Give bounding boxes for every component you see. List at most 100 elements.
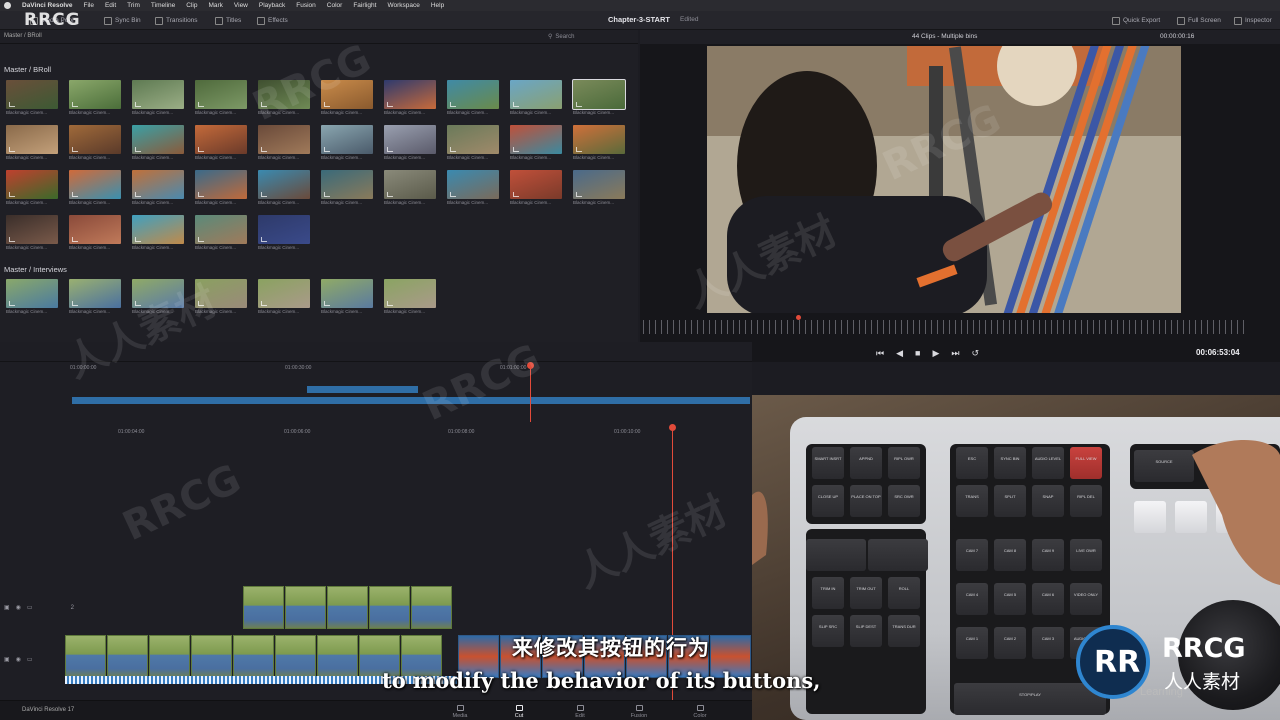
menu-item-trim[interactable]: Trim xyxy=(127,2,140,9)
viewer-playhead[interactable] xyxy=(796,315,801,320)
menu-item-file[interactable]: File xyxy=(83,2,93,9)
monitor-icon[interactable]: ▭ xyxy=(27,604,33,611)
lock-icon[interactable]: ▣ xyxy=(4,604,10,611)
app-menu[interactable]: DaVinci Resolve xyxy=(22,2,72,9)
clip-thumbnail[interactable]: Blackmagic Cinem... xyxy=(258,125,310,162)
clip-thumbnail[interactable]: Blackmagic Cinem... xyxy=(573,170,625,207)
clip-thumbnail[interactable]: Blackmagic Cinem... xyxy=(132,170,184,207)
stop-icon[interactable]: ■ xyxy=(915,348,920,359)
tab-cut[interactable]: Cut xyxy=(499,705,539,719)
transitions-button[interactable]: Transitions xyxy=(155,14,198,27)
menu-item-timeline[interactable]: Timeline xyxy=(151,2,175,9)
inspector-button[interactable]: Inspector xyxy=(1234,14,1272,27)
clip-thumbnail[interactable]: Blackmagic Cinem... xyxy=(69,170,121,207)
menu-item-workspace[interactable]: Workspace xyxy=(387,2,419,9)
apple-icon[interactable] xyxy=(4,2,11,9)
quick-export-button[interactable]: Quick Export xyxy=(1112,14,1160,27)
clip-thumbnail[interactable]: Blackmagic Cinem... xyxy=(195,80,247,117)
clip-thumbnail[interactable]: Blackmagic Cinem... xyxy=(6,80,58,117)
clip-thumbnail[interactable]: Blackmagic Cinem... xyxy=(69,215,121,252)
clip-thumbnail[interactable]: Blackmagic Cinem... xyxy=(573,125,625,162)
upper-timeline-ruler[interactable]: 01:00:00:00 01:00:30:00 01:01:00:00 xyxy=(70,364,752,374)
sync-bin-button[interactable]: Sync Bin xyxy=(104,14,141,27)
clip-thumbnail-image xyxy=(573,125,625,154)
clip-thumbnail-image xyxy=(258,170,310,199)
tab-fusion[interactable]: Fusion xyxy=(619,705,659,719)
full-screen-button[interactable]: Full Screen xyxy=(1177,14,1221,27)
eye-icon[interactable]: ◉ xyxy=(16,604,21,611)
clip-thumbnail[interactable]: Blackmagic Cinem... xyxy=(69,125,121,162)
clip-thumbnail[interactable]: Blackmagic Cinem... xyxy=(321,125,373,162)
clip-thumbnail[interactable]: Blackmagic Cinem... xyxy=(132,80,184,117)
clip-thumbnail[interactable]: Blackmagic Cinem... xyxy=(510,170,562,207)
tab-edit[interactable]: Edit xyxy=(560,705,600,719)
clip-thumbnail[interactable]: Blackmagic Cinem... xyxy=(132,125,184,162)
clip-thumbnail[interactable]: Blackmagic Cinem... xyxy=(384,170,436,207)
menu-item-view[interactable]: View xyxy=(234,2,248,9)
color-page-icon xyxy=(696,705,704,711)
clip-thumbnail[interactable]: Blackmagic Cinem... xyxy=(258,215,310,252)
clip-thumbnail[interactable]: Blackmagic Cinem... xyxy=(258,279,310,316)
clip-thumbnail[interactable]: Blackmagic Cinem... xyxy=(321,170,373,207)
menu-item-clip[interactable]: Clip xyxy=(186,2,197,9)
clip-thumbnail[interactable]: Blackmagic Cinem... xyxy=(6,215,58,252)
clip-thumbnail[interactable]: Blackmagic Cinem... xyxy=(195,215,247,252)
upper-timeline-clip[interactable] xyxy=(307,386,418,393)
menu-item-color[interactable]: Color xyxy=(327,2,343,9)
menu-item-help[interactable]: Help xyxy=(431,2,444,9)
clip-name: Blackmagic Cinem... xyxy=(195,110,237,115)
reverse-icon[interactable]: ◀ xyxy=(896,348,903,359)
clip-grid-interviews: Blackmagic Cinem... Blackmagic Cinem... Bl… xyxy=(6,279,625,316)
menu-item-fusion[interactable]: Fusion xyxy=(296,2,316,9)
menu-item-playback[interactable]: Playback xyxy=(259,2,285,9)
loop-icon[interactable]: ↺ xyxy=(972,348,980,359)
titles-button[interactable]: Titles xyxy=(215,14,241,27)
menu-item-fairlight[interactable]: Fairlight xyxy=(353,2,376,9)
clip-thumbnail[interactable]: Blackmagic Cinem... xyxy=(384,80,436,117)
monitor-icon[interactable]: ▭ xyxy=(27,656,33,663)
clip-name: Blackmagic Cinem... xyxy=(384,200,426,205)
clip-thumbnail[interactable]: Blackmagic Cinem... xyxy=(447,80,499,117)
lower-timeline-ruler[interactable]: 01:00:04:00 01:00:06:00 01:00:08:00 01:00:1… xyxy=(70,428,752,438)
menu-item-edit[interactable]: Edit xyxy=(105,2,116,9)
clip-thumbnail[interactable]: Blackmagic Cinem... xyxy=(6,279,58,316)
upper-timeline-track[interactable] xyxy=(72,397,750,404)
search-button[interactable]: ⚲ Search xyxy=(548,33,574,41)
lower-playhead[interactable] xyxy=(669,424,676,431)
eye-icon[interactable]: ◉ xyxy=(16,656,21,663)
clip-name: Blackmagic Cinem... xyxy=(573,110,615,115)
clip-thumbnail[interactable]: Blackmagic Cinem... xyxy=(132,215,184,252)
clip-thumbnail[interactable]: Blackmagic Cinem... xyxy=(572,79,626,117)
clip-thumbnail[interactable]: Blackmagic Cinem... xyxy=(195,125,247,162)
jump-start-icon[interactable]: ⏮ xyxy=(876,348,884,359)
tab-media[interactable]: Media xyxy=(440,705,480,719)
clip-thumbnail[interactable]: Blackmagic Cinem... xyxy=(510,80,562,117)
clip-thumbnail[interactable]: Blackmagic Cinem... xyxy=(195,170,247,207)
clip-thumbnail[interactable]: Blackmagic Cinem... xyxy=(6,125,58,162)
clip-thumbnail[interactable]: Blackmagic Cinem... xyxy=(384,125,436,162)
ruler-timecode: 01:00:06:00 xyxy=(284,429,311,435)
menu-item-mark[interactable]: Mark xyxy=(208,2,222,9)
clip-name: Blackmagic Cinem... xyxy=(132,200,174,205)
resolve-toolbar: Media Pool Sync Bin Transitions Titles E… xyxy=(0,11,1280,30)
clip-thumbnail[interactable]: Blackmagic Cinem... xyxy=(258,170,310,207)
clip-thumbnail[interactable]: Blackmagic Cinem... xyxy=(384,279,436,316)
watermark-rrcg-top: RRCG xyxy=(24,10,81,30)
clip-thumbnail[interactable]: Blackmagic Cinem... xyxy=(510,125,562,162)
clip-thumbnail[interactable]: Blackmagic Cinem... xyxy=(321,279,373,316)
clip-name: Blackmagic Cinem... xyxy=(132,110,174,115)
clip-thumbnail[interactable]: Blackmagic Cinem... xyxy=(447,125,499,162)
clip-thumbnail[interactable]: Blackmagic Cinem... xyxy=(69,80,121,117)
jump-end-icon[interactable]: ⏭ xyxy=(951,348,959,359)
lock-icon[interactable]: ▣ xyxy=(4,656,10,663)
bin-title-interviews: Master / Interviews xyxy=(4,265,67,274)
clip-thumbnail[interactable]: Blackmagic Cinem... xyxy=(6,170,58,207)
effects-button[interactable]: Effects xyxy=(257,14,288,27)
clip-v2-interview[interactable] xyxy=(243,586,452,629)
clip-name: Blackmagic Cinem... xyxy=(6,309,48,314)
clip-thumbnail[interactable]: Blackmagic Cinem... xyxy=(447,170,499,207)
clip-name: Blackmagic Cinem... xyxy=(69,155,111,160)
viewer-scrubber[interactable] xyxy=(643,320,1247,334)
tab-color[interactable]: Color xyxy=(680,705,720,719)
play-icon[interactable]: ▶ xyxy=(932,348,939,359)
